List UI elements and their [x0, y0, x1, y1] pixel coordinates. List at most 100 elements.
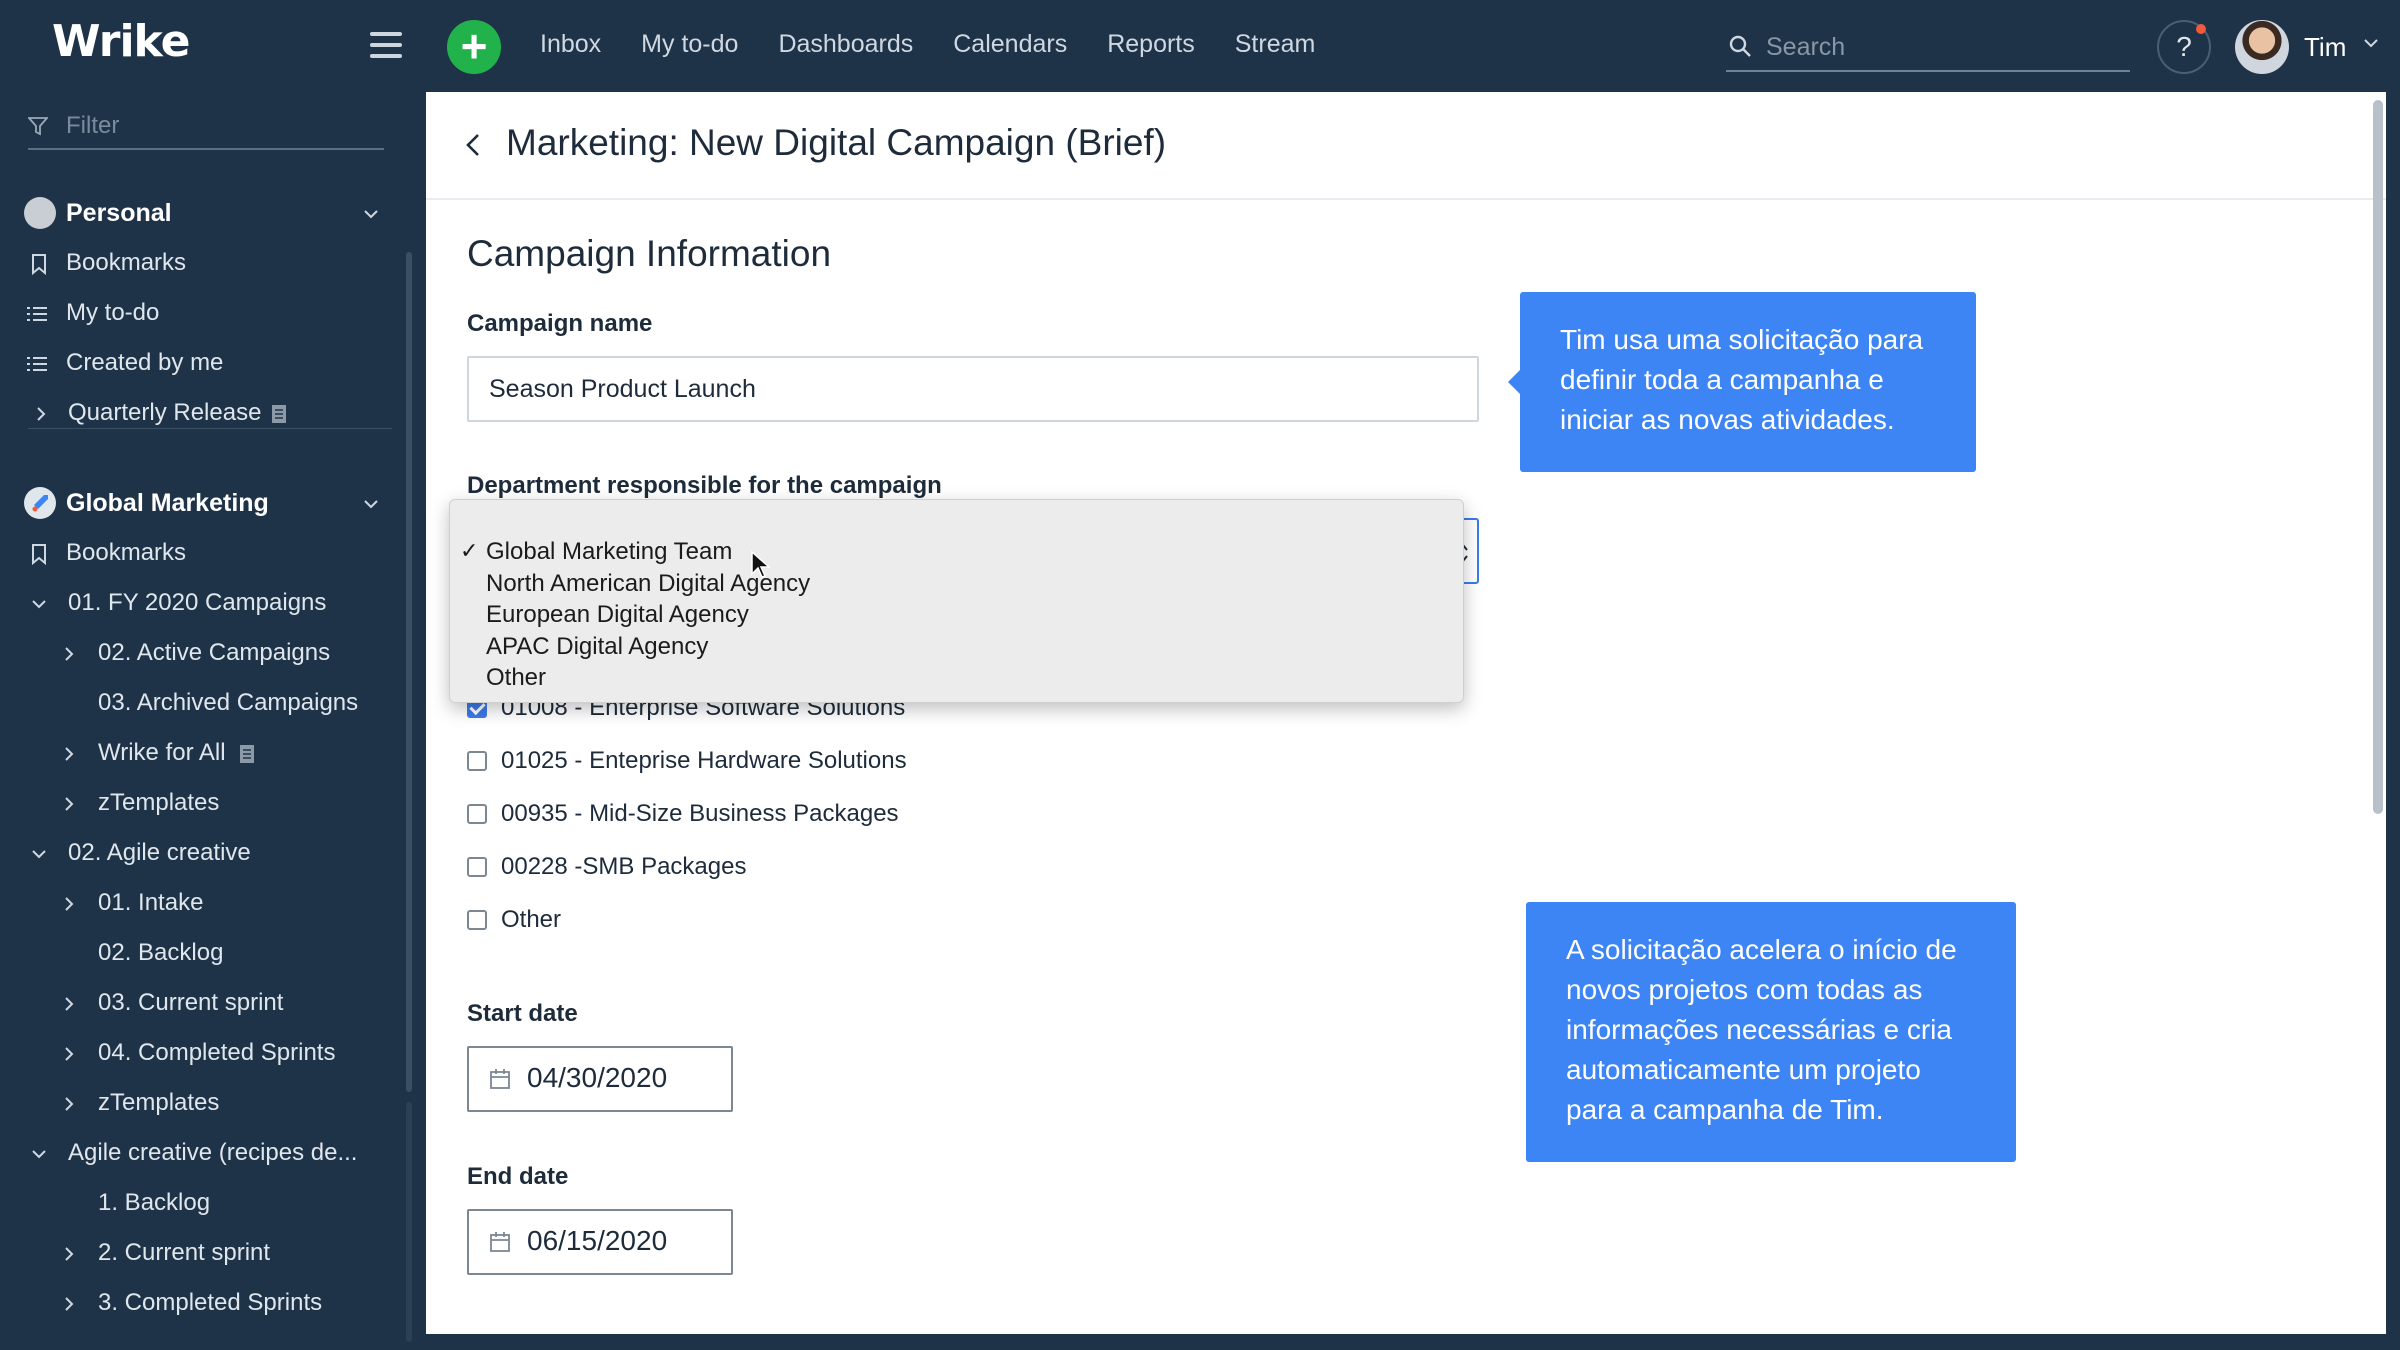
sidebar-item-label: 02. Agile creative	[68, 839, 251, 866]
nav-stream[interactable]: Stream	[1235, 30, 1316, 59]
chevron-down-icon[interactable]	[2362, 34, 2380, 52]
sidebar-item-ztemplates[interactable]: zTemplates	[0, 781, 400, 825]
sidebar-item-completed-sprints[interactable]: 04. Completed Sprints	[0, 1031, 400, 1075]
sidebar-item-backlog[interactable]: 02. Backlog	[0, 931, 400, 975]
end-date-value: 06/15/2020	[527, 1225, 668, 1256]
chevron-down-icon[interactable]	[362, 495, 380, 513]
top-bar: Wrike + Inbox My to-do Dashboards Calend…	[0, 0, 2400, 92]
checkbox-label: 01025 - Enteprise Hardware Solutions	[501, 747, 907, 774]
sidebar-item-ztemplates-2[interactable]: zTemplates	[0, 1081, 400, 1125]
document-icon	[272, 405, 286, 423]
tooltip-arrow	[1508, 370, 1520, 394]
sidebar-item-archived-campaigns[interactable]: 03. Archived Campaigns	[0, 681, 400, 725]
tooltip-text: Tim usa uma solicitação para definir tod…	[1560, 324, 1924, 435]
main-nav: Inbox My to-do Dashboards Calendars Repo…	[540, 30, 1315, 59]
sidebar-item-personal-bookmarks[interactable]: Bookmarks	[0, 241, 400, 285]
sidebar-space-global-marketing[interactable]: Global Marketing	[0, 481, 400, 525]
chevron-right-icon[interactable]	[58, 993, 80, 1015]
sidebar-item-label: 04. Completed Sprints	[98, 1039, 336, 1066]
avatar[interactable]	[2235, 20, 2289, 74]
checkbox-label: 00228 -SMB Packages	[501, 853, 747, 880]
nav-calendars[interactable]: Calendars	[953, 30, 1067, 59]
document-icon	[240, 745, 254, 763]
end-date-field[interactable]: 06/15/2020	[467, 1209, 733, 1275]
chevron-right-icon[interactable]	[58, 1093, 80, 1115]
sidebar-item-current-sprint-2[interactable]: 2. Current sprint	[0, 1231, 400, 1275]
page-title: Marketing: New Digital Campaign (Brief)	[506, 122, 1167, 163]
start-date-field[interactable]: 04/30/2020	[467, 1046, 733, 1112]
sidebar-item-backlog-2[interactable]: 1. Backlog	[0, 1181, 400, 1225]
dropdown-option[interactable]: APAC Digital Agency	[486, 633, 708, 661]
checkbox[interactable]	[467, 910, 487, 930]
chevron-down-icon[interactable]	[362, 205, 380, 223]
sidebar-item-global-bookmarks[interactable]: Bookmarks	[0, 531, 400, 575]
sidebar-item-completed-sprints-2[interactable]: 3. Completed Sprints	[0, 1281, 400, 1325]
chevron-right-icon[interactable]	[30, 403, 52, 425]
bookmark-icon	[32, 544, 46, 565]
sidebar-divider	[28, 428, 392, 429]
checkbox-label: 00935 - Mid-Size Business Packages	[501, 800, 899, 827]
sidebar-item-intake[interactable]: 01. Intake	[0, 881, 400, 925]
checkbox[interactable]	[467, 857, 487, 877]
sidebar-item-my-to-do[interactable]: My to-do	[0, 291, 400, 335]
sidebar-item-label: Bookmarks	[66, 539, 187, 566]
chevron-right-icon[interactable]	[58, 1043, 80, 1065]
nav-my-to-do[interactable]: My to-do	[641, 30, 738, 59]
chevron-down-icon[interactable]	[28, 1143, 50, 1165]
checkbox[interactable]	[467, 751, 487, 771]
calendar-icon	[490, 1069, 510, 1089]
sidebar-item-label: 03. Archived Campaigns	[98, 689, 359, 716]
sidebar-item-fy2020-campaigns[interactable]: 01. FY 2020 Campaigns	[0, 581, 400, 625]
dropdown-option[interactable]: European Digital Agency	[486, 601, 749, 629]
campaign-name-label: Campaign name	[467, 310, 653, 337]
campaign-name-input[interactable]: Season Product Launch	[467, 356, 1479, 422]
sidebar-item-wrike-for-all[interactable]: Wrike for All	[0, 731, 400, 775]
sidebar-item-label: Created by me	[66, 349, 224, 376]
sidebar-item-created-by-me[interactable]: Created by me	[0, 341, 400, 385]
chevron-right-icon[interactable]	[58, 1293, 80, 1315]
chevron-right-icon[interactable]	[58, 793, 80, 815]
hamburger-menu-icon[interactable]	[370, 32, 402, 58]
sidebar-item-label: 2. Current sprint	[98, 1239, 271, 1266]
user-name[interactable]: Tim	[2304, 32, 2346, 63]
nav-inbox[interactable]: Inbox	[540, 30, 601, 59]
filter-box	[28, 104, 384, 150]
chevron-down-icon[interactable]	[28, 593, 50, 615]
notification-dot	[2196, 24, 2206, 34]
sidebar-item-label: 3. Completed Sprints	[98, 1289, 323, 1316]
chevron-right-icon[interactable]	[58, 1243, 80, 1265]
sidebar-item-active-campaigns[interactable]: 02. Active Campaigns	[0, 631, 400, 675]
rocket-icon	[24, 487, 56, 519]
page-header: Marketing: New Digital Campaign (Brief)	[426, 92, 2386, 200]
sidebar-scrollbar[interactable]	[406, 252, 412, 1092]
sidebar-item-label: 03. Current sprint	[98, 989, 284, 1016]
dropdown-option[interactable]: Other	[486, 664, 546, 692]
filter-input[interactable]	[66, 110, 366, 142]
sidebar-item-agile-creative-recipes[interactable]: Agile creative (recipes de...	[0, 1131, 400, 1175]
tooltip-text: A solicitação acelera o início de novos …	[1566, 934, 1957, 1125]
main-scrollbar[interactable]	[2373, 100, 2383, 814]
checkbox[interactable]	[467, 804, 487, 824]
back-arrow-icon[interactable]	[462, 130, 486, 160]
dropdown-option[interactable]: Global Marketing Team	[486, 538, 732, 566]
nav-reports[interactable]: Reports	[1107, 30, 1195, 59]
search-input[interactable]	[1766, 30, 2116, 64]
chevron-right-icon[interactable]	[58, 643, 80, 665]
section-title: Campaign Information	[467, 233, 832, 274]
list-icon	[27, 307, 47, 321]
personal-space-icon	[24, 197, 56, 229]
chevron-right-icon[interactable]	[58, 893, 80, 915]
department-dropdown-menu: ✓ Global Marketing Team North American D…	[449, 499, 1464, 703]
sidebar-item-current-sprint[interactable]: 03. Current sprint	[0, 981, 400, 1025]
nav-dashboards[interactable]: Dashboards	[778, 30, 913, 59]
chevron-right-icon[interactable]	[58, 743, 80, 765]
sidebar-space-personal[interactable]: Personal	[0, 191, 400, 235]
wrike-logo[interactable]: Wrike	[52, 16, 190, 67]
calendar-icon	[490, 1232, 510, 1252]
chevron-down-icon[interactable]	[28, 843, 50, 865]
bookmark-icon	[32, 254, 46, 275]
sidebar-item-agile-creative[interactable]: 02. Agile creative	[0, 831, 400, 875]
sidebar-item-label: zTemplates	[98, 1089, 220, 1116]
tooltip-callout: A solicitação acelera o início de novos …	[1526, 902, 2016, 1162]
add-button[interactable]: +	[447, 20, 501, 74]
